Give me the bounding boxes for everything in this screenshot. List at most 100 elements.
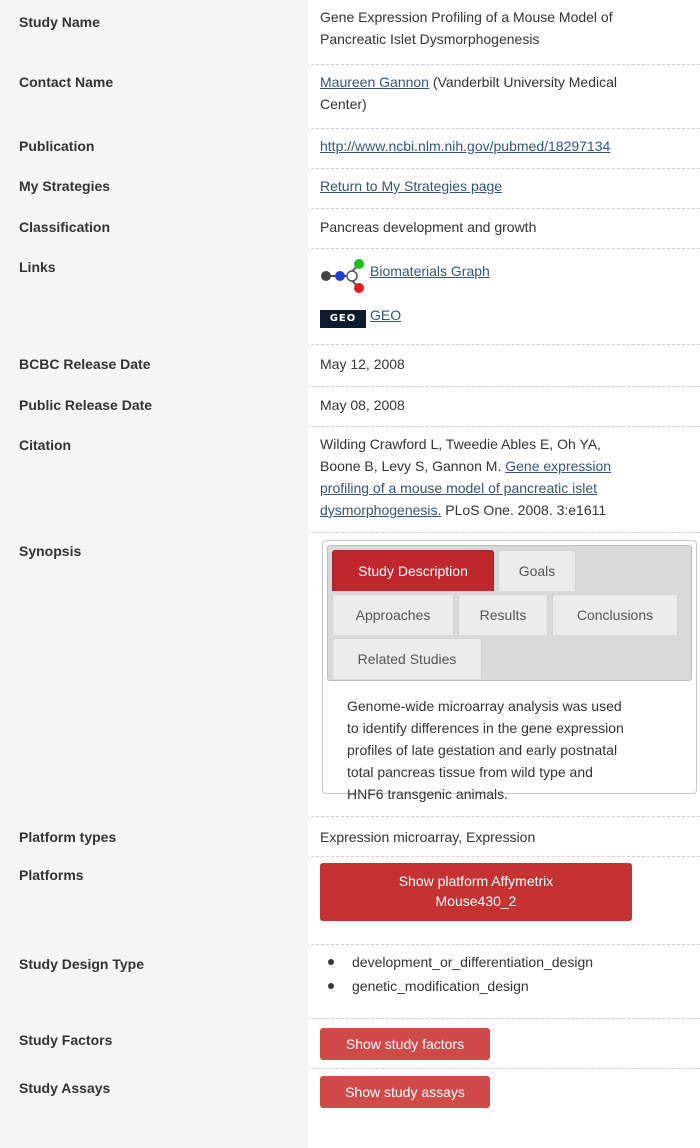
platform-types-value: Expression microarray, Expression xyxy=(320,829,536,845)
classification-label: Classification xyxy=(19,219,111,235)
row-citation: Citation Wilding Crawford L, Tweedie Abl… xyxy=(0,426,700,533)
bcbc-release-value: May 12, 2008 xyxy=(320,356,405,372)
study-factors-label: Study Factors xyxy=(19,1032,113,1048)
value-cell: Show study assays xyxy=(320,1068,700,1148)
contact-line1: Maureen Gannon (Vanderbilt University Me… xyxy=(320,71,617,93)
row-study-design-type: Study Design Type development_or_differe… xyxy=(0,944,700,1019)
row-platforms: Platforms Show platform Affymetrix Mouse… xyxy=(0,856,700,945)
bcbc-release-label: BCBC Release Date xyxy=(19,356,151,372)
label-cell: Publication xyxy=(0,128,308,168)
publication-line: http://www.ncbi.nlm.nih.gov/pubmed/18297… xyxy=(320,135,610,157)
value-cell: Biomaterials Graph GEO GEO xyxy=(320,248,700,344)
synopsis-line: profiles of late gestation and early pos… xyxy=(347,742,618,758)
biomaterials-graph-icon[interactable] xyxy=(320,256,368,296)
synopsis-line: HNF6 transgenic animals. xyxy=(347,786,509,802)
row-publication: Publication http://www.ncbi.nlm.nih.gov/… xyxy=(0,128,700,169)
synopsis-tab-bar: Study Description Goals Approaches Resul… xyxy=(327,545,692,681)
my-strategies-line: Return to My Strategies page xyxy=(320,175,502,197)
value-cell: Study Description Goals Approaches Resul… xyxy=(320,532,700,816)
citation-title-link-cont[interactable]: profiling of a mouse model of pancreatic… xyxy=(320,480,597,496)
row-public-release: Public Release Date May 08, 2008 xyxy=(0,386,700,427)
study-assays-label: Study Assays xyxy=(19,1080,111,1096)
row-study-factors: Study Factors Show study factors xyxy=(0,1018,700,1069)
value-cell: May 08, 2008 xyxy=(320,386,700,426)
row-links: Links Biomaterials Graph GEO GEO xyxy=(0,248,700,345)
public-release-value: May 08, 2008 xyxy=(320,397,405,413)
label-cell: My Strategies xyxy=(0,168,308,208)
value-cell: Show platform Affymetrix Mouse430_2 xyxy=(320,856,700,944)
study-name-label: Study Name xyxy=(19,14,100,30)
tab-conclusions[interactable]: Conclusions xyxy=(552,594,678,635)
biomaterials-graph-link[interactable]: Biomaterials Graph xyxy=(370,263,490,279)
label-cell: Classification xyxy=(0,208,308,248)
show-platform-line2: Mouse430_2 xyxy=(435,893,517,909)
synopsis-line: to identify differences in the gene expr… xyxy=(347,720,624,736)
citation-authors: Boone B, Levy S, Gannon M. xyxy=(320,458,506,474)
citation-line4: dysmorphogenesis. PLoS One. 2008. 3:e161… xyxy=(320,499,606,521)
my-strategies-label: My Strategies xyxy=(19,178,111,194)
citation-label: Citation xyxy=(19,437,72,453)
contact-name-link[interactable]: Maureen Gannon xyxy=(320,74,429,90)
value-cell: Show study factors xyxy=(320,1018,700,1068)
label-cell: Contact Name xyxy=(0,64,308,128)
tab-results[interactable]: Results xyxy=(458,594,548,635)
design-type-list: development_or_differentiation_design ge… xyxy=(320,950,593,998)
synopsis-line: Genome-wide microarray analysis was used xyxy=(347,698,622,714)
synopsis-tab-panel: Study Description Goals Approaches Resul… xyxy=(322,540,697,802)
study-design-type-label: Study Design Type xyxy=(19,956,144,972)
value-cell: Wilding Crawford L, Tweedie Ables E, Oh … xyxy=(320,426,700,532)
value-cell: Maureen Gannon (Vanderbilt University Me… xyxy=(320,64,700,128)
label-cell: Citation xyxy=(0,426,308,532)
contact-line2: Center) xyxy=(320,96,367,112)
row-study-assays: Study Assays Show study assays xyxy=(0,1068,700,1148)
row-contact: Contact Name Maureen Gannon (Vanderbilt … xyxy=(0,64,700,129)
label-cell: Platform types xyxy=(0,816,308,856)
tab-goals[interactable]: Goals xyxy=(498,550,576,591)
label-cell: Platforms xyxy=(0,856,308,944)
citation-title-link[interactable]: Gene expression xyxy=(505,458,611,474)
value-cell: development_or_differentiation_design ge… xyxy=(320,944,700,1018)
public-release-label: Public Release Date xyxy=(19,397,153,413)
value-cell: Gene Expression Profiling of a Mouse Mod… xyxy=(320,0,700,64)
row-my-strategies: My Strategies Return to My Strategies pa… xyxy=(0,168,700,209)
label-cell: Links xyxy=(0,248,308,344)
row-platform-types: Platform types Expression microarray, Ex… xyxy=(0,816,700,857)
list-item: genetic_modification_design xyxy=(320,974,593,998)
contact-affiliation: (Vanderbilt University Medical xyxy=(428,74,617,90)
value-cell: Expression microarray, Expression xyxy=(320,816,700,856)
label-cell: Study Factors xyxy=(0,1018,308,1068)
show-platform-line1: Show platform Affymetrix xyxy=(398,873,554,889)
publication-link[interactable]: http://www.ncbi.nlm.nih.gov/pubmed/18297… xyxy=(320,138,610,154)
citation-title-link-end[interactable]: dysmorphogenesis. xyxy=(320,502,441,518)
synopsis-line: total pancreas tissue from wild type and xyxy=(347,764,593,780)
geo-link[interactable]: GEO xyxy=(370,307,401,323)
label-cell: Study Name xyxy=(0,0,308,64)
links-label: Links xyxy=(19,259,56,275)
citation-line1: Wilding Crawford L, Tweedie Ables E, Oh … xyxy=(320,436,601,452)
tab-study-description[interactable]: Study Description xyxy=(332,550,494,591)
tab-related-studies[interactable]: Related Studies xyxy=(332,638,482,679)
show-platform-button[interactable]: Show platform Affymetrix Mouse430_2 xyxy=(320,863,632,921)
biomaterials-line: Biomaterials Graph xyxy=(370,260,490,282)
platform-types-label: Platform types xyxy=(19,829,117,845)
label-cell: Study Assays xyxy=(0,1068,308,1148)
study-name-line2: Pancreatic Islet Dysmorphogenesis xyxy=(320,31,540,47)
study-name-line1: Gene Expression Profiling of a Mouse Mod… xyxy=(320,9,613,25)
my-strategies-link[interactable]: Return to My Strategies page xyxy=(320,178,502,194)
show-study-factors-button[interactable]: Show study factors xyxy=(320,1028,490,1060)
show-study-assays-button[interactable]: Show study assays xyxy=(320,1076,490,1108)
row-study-name: Study Name Gene Expression Profiling of … xyxy=(0,0,700,65)
geo-line: GEO xyxy=(370,304,401,326)
value-cell: http://www.ncbi.nlm.nih.gov/pubmed/18297… xyxy=(320,128,700,168)
label-cell: BCBC Release Date xyxy=(0,344,308,386)
synopsis-label: Synopsis xyxy=(19,543,82,559)
citation-line3: profiling of a mouse model of pancreatic… xyxy=(320,477,597,499)
geo-logo-icon[interactable]: GEO xyxy=(320,310,366,328)
row-synopsis: Synopsis Study Description Goals Approac… xyxy=(0,532,700,817)
contact-label: Contact Name xyxy=(19,74,114,90)
row-classification: Classification Pancreas development and … xyxy=(0,208,700,249)
list-item: development_or_differentiation_design xyxy=(320,950,593,974)
classification-value: Pancreas development and growth xyxy=(320,219,537,235)
tab-approaches[interactable]: Approaches xyxy=(332,594,454,635)
value-cell: May 12, 2008 xyxy=(320,344,700,386)
